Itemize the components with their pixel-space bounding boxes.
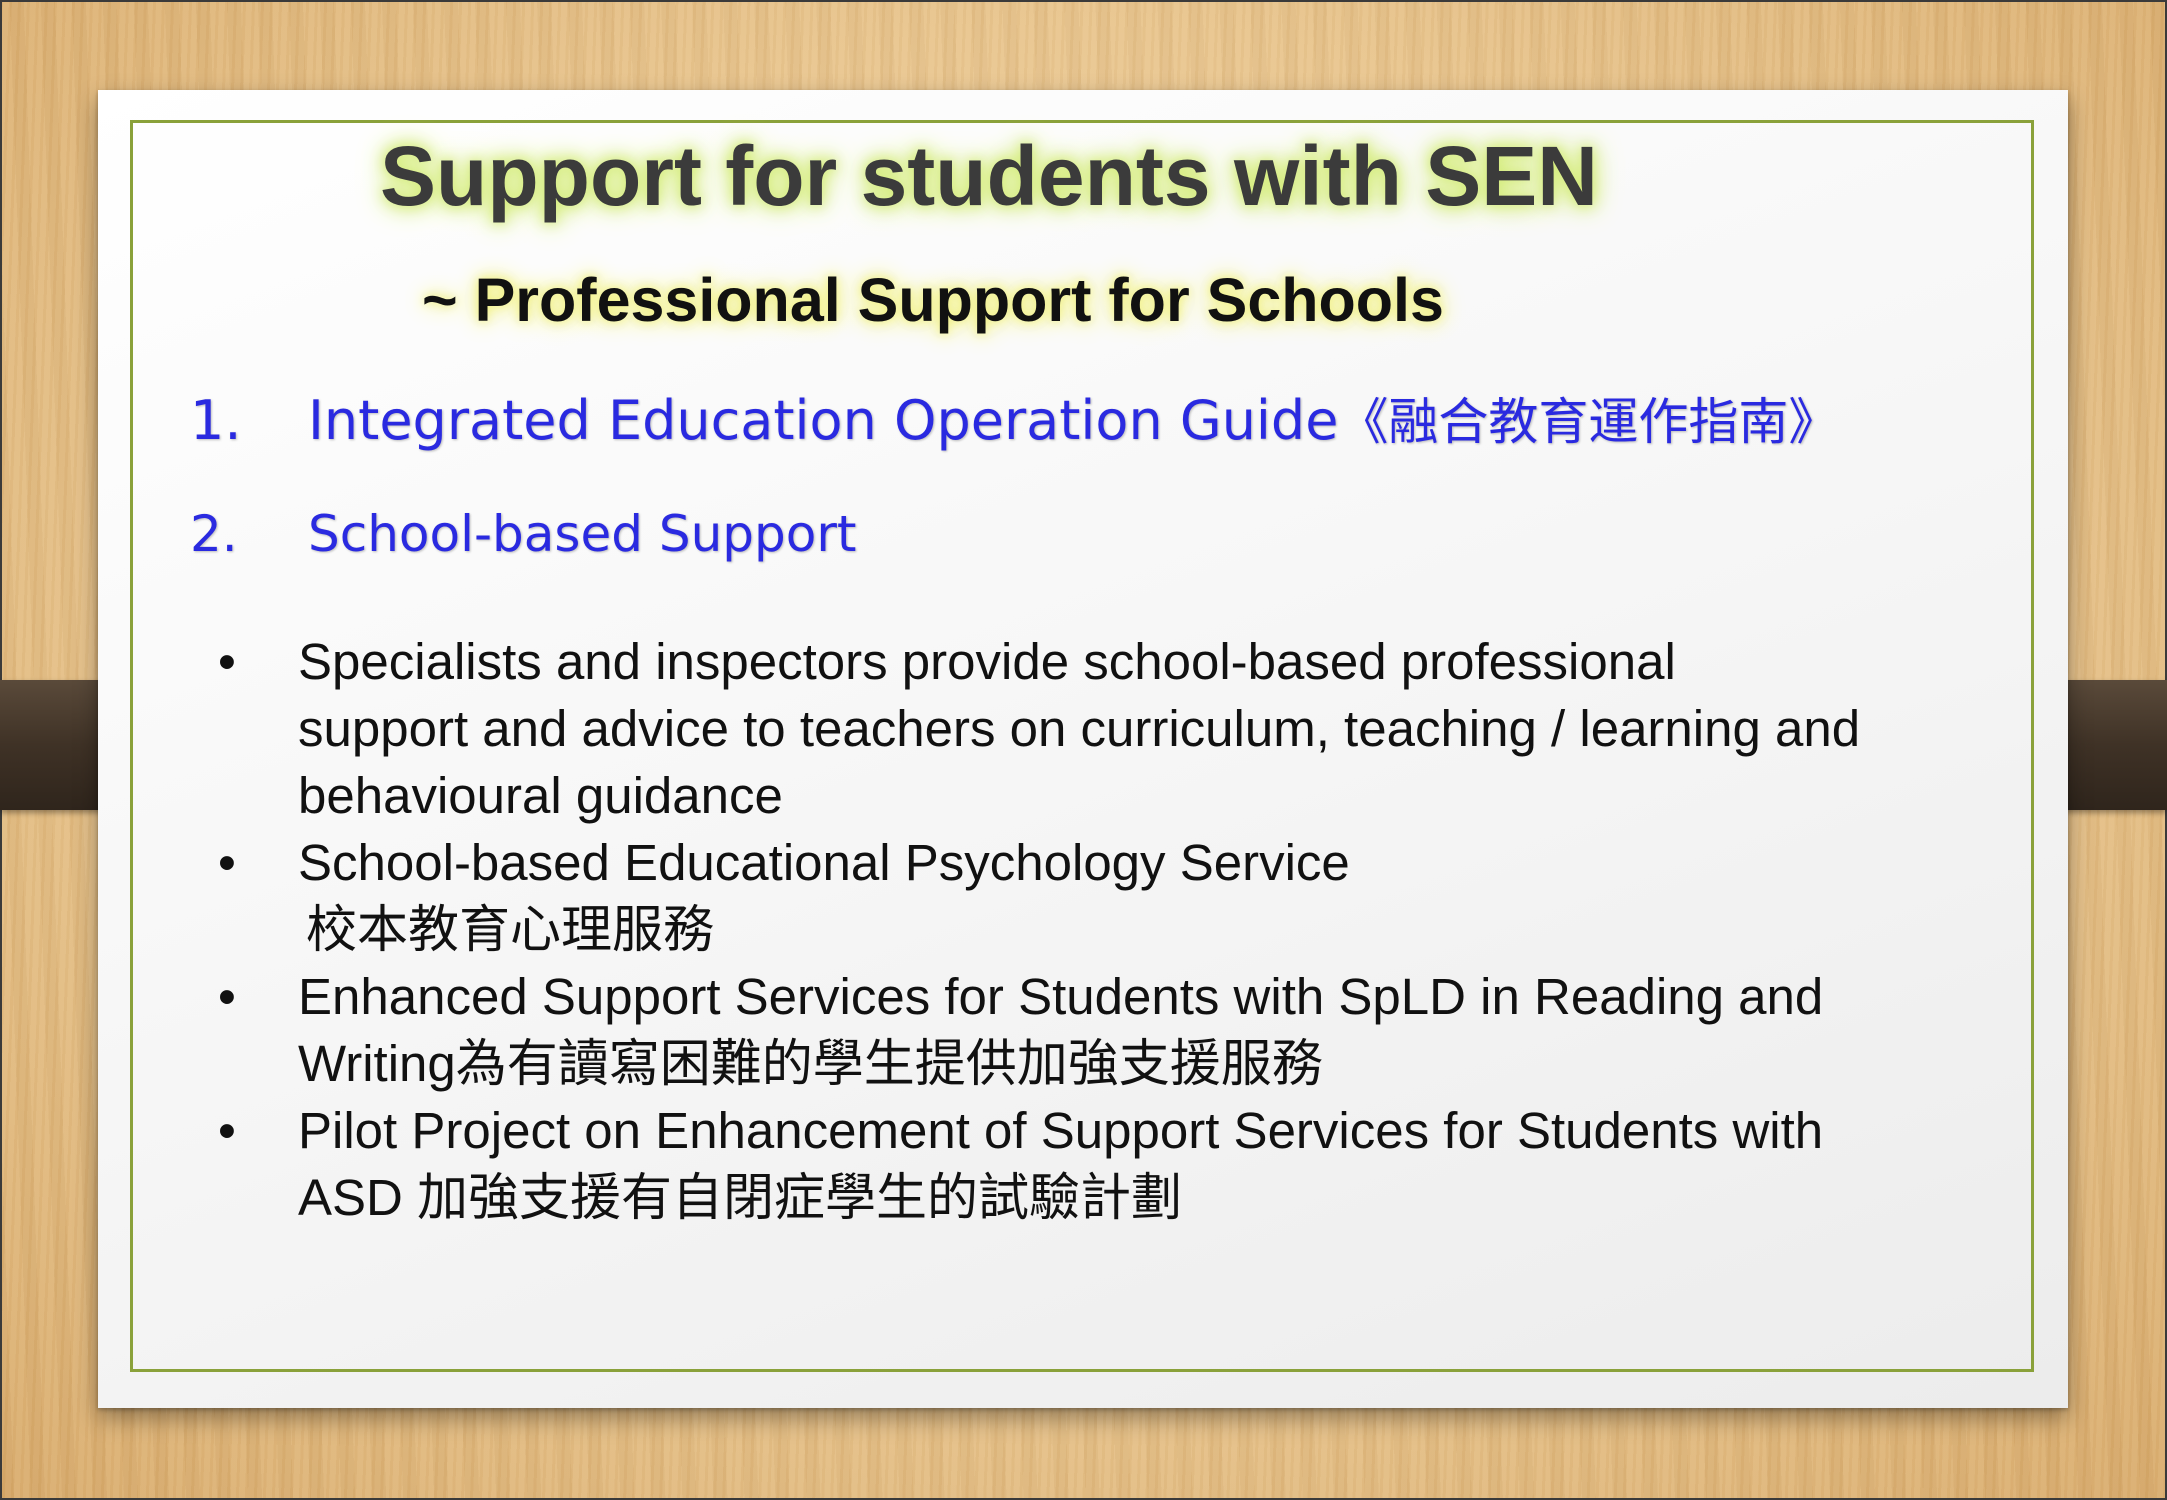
bullet-item-specialists: • Specialists and inspectors provide sch…	[214, 628, 2014, 829]
bullet-line: School-based Educational Psychology Serv…	[298, 834, 1350, 891]
bullet-dot: •	[218, 1102, 236, 1159]
numbered-item-1-text: Integrated Education Operation Guide	[308, 389, 1339, 452]
bullet-line: Pilot Project on Enhancement of Support …	[298, 1102, 1824, 1159]
bullet-line: behavioural guidance	[298, 767, 783, 824]
bullet-dot: •	[218, 834, 236, 891]
bullet-list: • Specialists and inspectors provide sch…	[214, 628, 2014, 1231]
bullet-line: ASD 加強支援有自閉症學生的試驗計劃	[298, 1169, 1183, 1226]
numbered-item-2-number: 2.	[190, 505, 238, 563]
slide-subtitle: ~ Professional Support for Schools	[422, 266, 1444, 334]
bullet-line: Writing為有讀寫困難的學生提供加強支援服務	[298, 1035, 1323, 1092]
numbered-item-2: 2. School-based Support	[190, 505, 857, 563]
bullet-dot: •	[218, 968, 236, 1025]
slide-title: Support for students with SEN	[380, 129, 1598, 223]
numbered-item-1: 1. Integrated Education Operation Guide《融…	[190, 382, 1838, 454]
bullet-item-asd-pilot: • Pilot Project on Enhancement of Suppor…	[214, 1097, 2014, 1231]
bullet-item-psychology-service: • School-based Educational Psychology Se…	[214, 829, 2014, 963]
bullet-item-spld-support: • Enhanced Support Services for Students…	[214, 963, 2014, 1097]
bullet-dot: •	[218, 633, 236, 690]
bullet-line: Specialists and inspectors provide schoo…	[298, 633, 1676, 690]
numbered-item-1-number: 1.	[190, 389, 242, 452]
bullet-line: 校本教育心理服務	[306, 901, 715, 958]
bullet-line: Enhanced Support Services for Students w…	[298, 968, 1824, 1025]
bullet-line: support and advice to teachers on curric…	[298, 700, 1861, 757]
numbered-item-2-text: School-based Support	[308, 505, 857, 563]
numbered-item-1-cjk: 《融合教育運作指南》	[1338, 393, 1839, 451]
